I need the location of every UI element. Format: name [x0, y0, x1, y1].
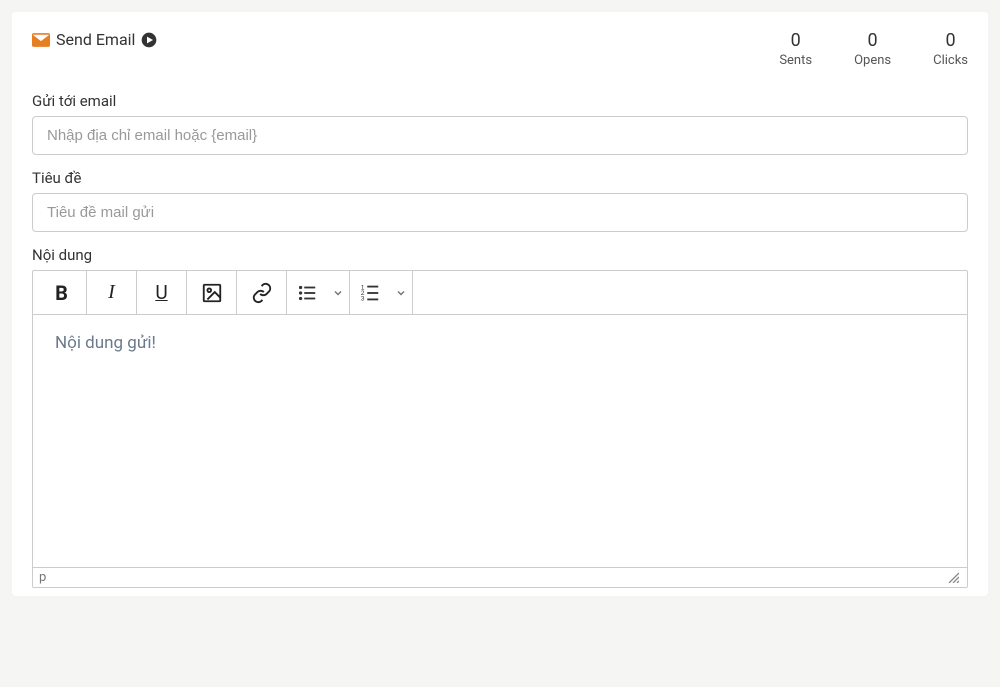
field-body: Nội dung B I U: [32, 246, 968, 588]
resize-handle[interactable]: [947, 571, 961, 585]
numbered-list-button[interactable]: 1 2 3: [350, 271, 413, 315]
subject-input[interactable]: [32, 193, 968, 232]
rich-text-editor: B I U: [32, 270, 968, 588]
bullet-list-dropdown[interactable]: [327, 271, 349, 315]
underline-button[interactable]: U: [137, 271, 187, 315]
bold-icon: B: [55, 281, 68, 305]
link-button[interactable]: [237, 271, 287, 315]
panel-title: Send Email: [56, 30, 135, 49]
chevron-down-icon: [332, 287, 344, 299]
bullet-list-icon: [287, 271, 327, 315]
envelope-icon: [32, 33, 50, 47]
stat-opens: 0 Opens: [854, 30, 891, 68]
stat-clicks-value: 0: [933, 30, 968, 51]
field-to: Gửi tới email: [32, 92, 968, 155]
underline-icon: U: [155, 281, 167, 304]
editor-toolbar: B I U: [33, 271, 967, 315]
stat-opens-value: 0: [854, 30, 891, 51]
link-icon: [251, 282, 273, 304]
field-body-label: Nội dung: [32, 246, 968, 264]
stat-sents: 0 Sents: [779, 30, 812, 68]
stat-clicks-label: Clicks: [933, 53, 968, 68]
stat-sents-label: Sents: [779, 53, 812, 68]
send-email-panel: Send Email 0 Sents 0 Opens 0 Clicks: [12, 12, 988, 596]
chevron-down-icon: [395, 287, 407, 299]
panel-title-block: Send Email: [32, 30, 157, 49]
numbered-list-dropdown[interactable]: [390, 271, 412, 315]
email-to-input[interactable]: [32, 116, 968, 155]
italic-icon: I: [108, 281, 115, 304]
editor-statusbar: p: [33, 567, 967, 587]
italic-button[interactable]: I: [87, 271, 137, 315]
svg-text:3: 3: [361, 295, 365, 302]
stat-opens-label: Opens: [854, 53, 891, 68]
panel-header: Send Email 0 Sents 0 Opens 0 Clicks: [32, 30, 968, 68]
field-to-label: Gửi tới email: [32, 92, 968, 110]
play-circle-icon[interactable]: [141, 32, 157, 48]
stat-sents-value: 0: [779, 30, 812, 51]
editor-body[interactable]: Nội dung gửi!: [33, 315, 967, 567]
numbered-list-icon: 1 2 3: [350, 271, 390, 315]
image-icon: [201, 282, 223, 304]
editor-element-path: p: [39, 570, 46, 585]
field-subject-label: Tiêu đề: [32, 169, 968, 187]
image-button[interactable]: [187, 271, 237, 315]
field-subject: Tiêu đề: [32, 169, 968, 232]
stat-clicks: 0 Clicks: [933, 30, 968, 68]
bullet-list-button[interactable]: [287, 271, 350, 315]
stats-row: 0 Sents 0 Opens 0 Clicks: [779, 30, 968, 68]
bold-button[interactable]: B: [37, 271, 87, 315]
